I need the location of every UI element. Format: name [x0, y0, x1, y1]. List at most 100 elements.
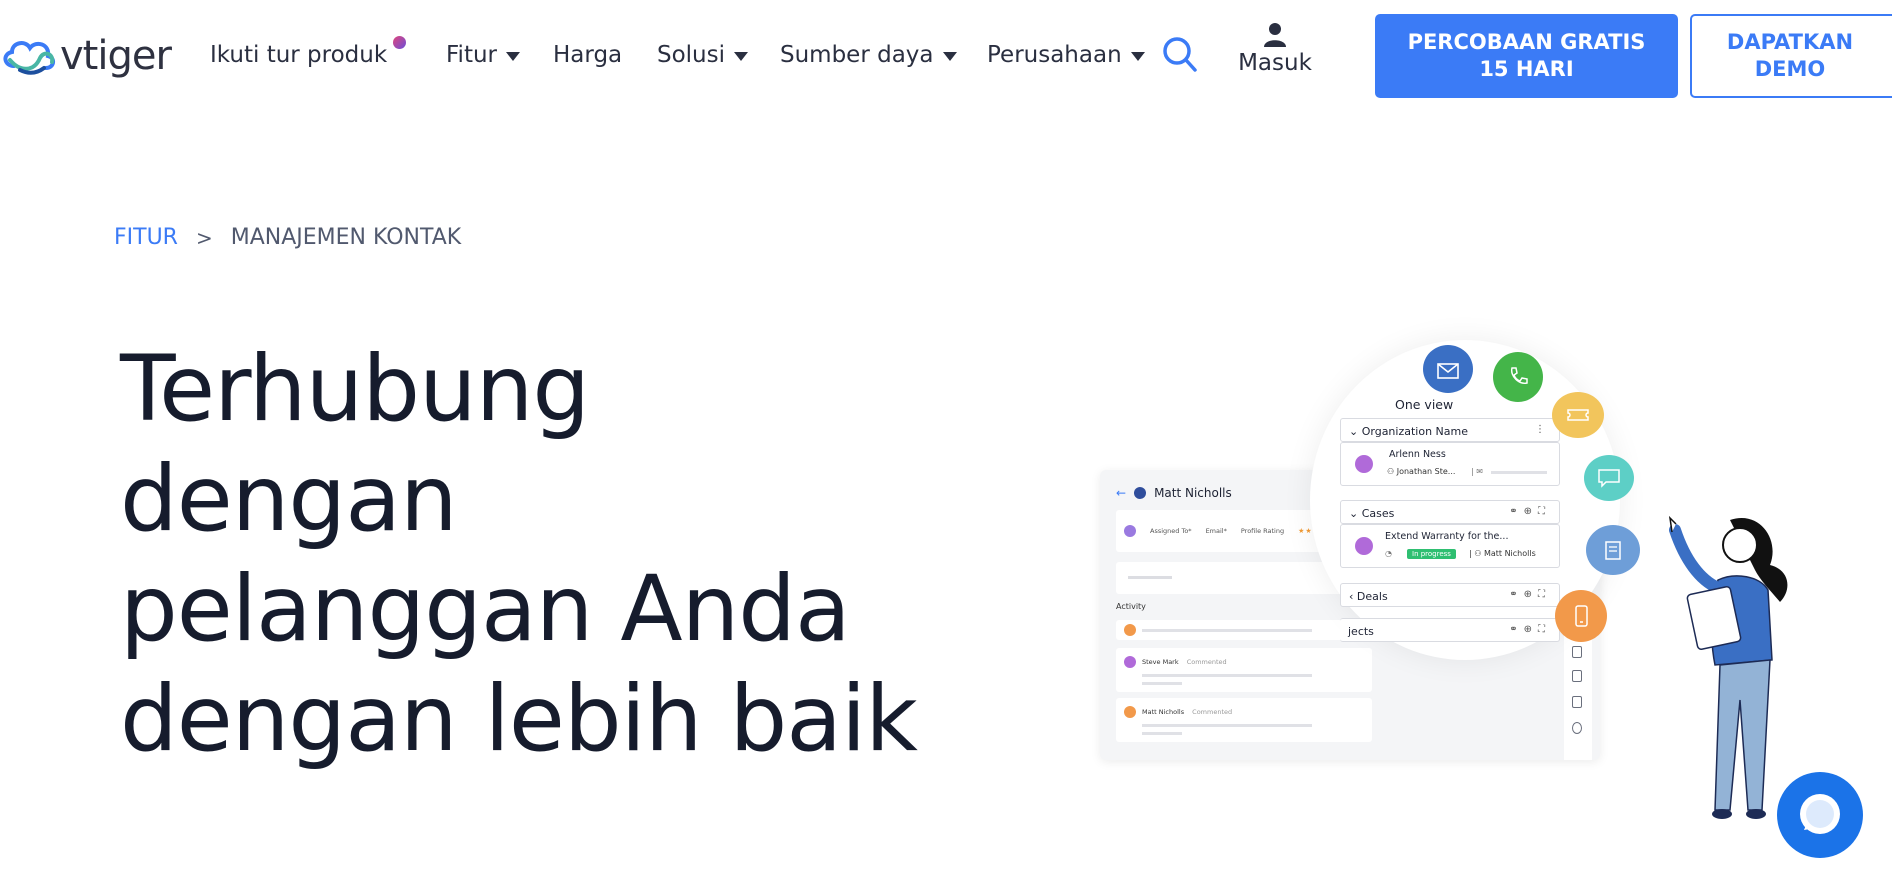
field-label: Profile Rating: [1240, 527, 1285, 535]
projects-header-text: jects: [1348, 625, 1374, 638]
organization-header-label: ⌄ Organization Name: [1349, 425, 1468, 438]
person-illustration-icon: [1668, 515, 1788, 819]
placeholder-line: [1491, 471, 1547, 474]
back-arrow-icon: ←: [1116, 486, 1127, 500]
placeholder-line: [1142, 724, 1312, 727]
organization-record: Arlenn Ness ⚇ Jonathan Ste... | ✉: [1340, 442, 1560, 486]
link-add-expand-icons: ⚭⊕⛶: [1509, 624, 1551, 635]
nav-item-perusahaan[interactable]: Perusahaan: [987, 42, 1145, 68]
status-badge: In progress: [1407, 549, 1456, 559]
envelope-bubble-icon: [1423, 345, 1473, 393]
placeholder-line: [1142, 732, 1182, 735]
placeholder-line: [1142, 682, 1182, 685]
breadcrumb-separator: >: [195, 225, 213, 250]
ticket-bubble-icon: [1552, 392, 1604, 438]
avatar: [1124, 624, 1136, 636]
free-trial-button[interactable]: PERCOBAAN GRATIS 15 HARI: [1375, 14, 1678, 98]
get-demo-button[interactable]: DAPATKAN DEMO: [1690, 14, 1892, 98]
document-icon: [1572, 696, 1582, 708]
activity-action: Commented: [1186, 658, 1227, 666]
user-icon: [1264, 23, 1286, 47]
avatar: [1124, 656, 1136, 668]
caret-down-icon: [942, 52, 957, 61]
caret-down-icon: [734, 52, 749, 61]
organization-contact-text: Jonathan Ste...: [1396, 467, 1456, 476]
caret-down-icon: [1130, 52, 1145, 61]
activity-row: Matt Nicholls Commented: [1116, 698, 1372, 742]
placeholder-line: [1142, 629, 1312, 632]
contact-management-illustration: ← Matt Nicholls Assigned To* Email* Prof…: [1090, 340, 1830, 840]
login-link[interactable]: Masuk: [1235, 22, 1315, 76]
field-label: Assigned To*: [1150, 527, 1192, 535]
top-navigation-bar: vtiger Ikuti tur produk Fitur Harga Solu…: [0, 0, 1892, 110]
organization-header: ⌄ Organization Name ⋮: [1340, 418, 1560, 442]
organization-contact: ⚇ Jonathan Ste...: [1387, 467, 1456, 476]
case-title: Extend Warranty for the...: [1385, 531, 1509, 542]
case-owner-name: Matt Nicholls: [1483, 549, 1536, 558]
breadcrumb: FITUR > MANAJEMEN KONTAK: [114, 225, 461, 250]
organization-icon: [1355, 455, 1373, 473]
product-tour-link[interactable]: Ikuti tur produk: [210, 36, 407, 68]
organization-name: Arlenn Ness: [1389, 449, 1446, 460]
nav-label: Fitur: [446, 42, 497, 68]
tour-indicator-dot-icon: [393, 36, 407, 49]
activity-action: Commented: [1192, 708, 1233, 716]
document-icon: [1572, 670, 1582, 682]
more-icon: ⋮: [1535, 424, 1551, 435]
live-chat-button[interactable]: [1777, 772, 1863, 858]
search-icon[interactable]: [1162, 36, 1198, 74]
calendar-icon: [1572, 646, 1582, 658]
cases-header-label: ⌄ Cases: [1349, 507, 1395, 520]
nav-label: Sumber daya: [780, 42, 934, 68]
nav-label: Perusahaan: [987, 42, 1122, 68]
activity-author: Matt Nicholls Commented: [1142, 708, 1232, 716]
cases-header: ⌄ Cases ⚭⊕⛶: [1340, 500, 1560, 524]
avatar: [1134, 487, 1147, 499]
contact-header: ← Matt Nicholls: [1116, 486, 1232, 500]
activity-author-name: Steve Mark: [1142, 658, 1179, 666]
cloud-logo-icon: [3, 41, 55, 75]
cases-header-text: Cases: [1361, 507, 1395, 520]
assignee-avatar: [1124, 525, 1136, 537]
clock-icon: ◔: [1385, 549, 1392, 558]
breadcrumb-current-page: MANAJEMEN KONTAK: [230, 225, 462, 250]
phone-bubble-icon: [1493, 352, 1543, 402]
placeholder-line: [1142, 674, 1312, 677]
caret-down-icon: [506, 52, 520, 61]
settings-icon: [1572, 722, 1582, 734]
mobile-bubble-icon: [1555, 590, 1607, 642]
nav-item-solusi[interactable]: Solusi: [657, 42, 749, 68]
one-view-title: One view: [1395, 397, 1454, 412]
product-tour-label: Ikuti tur produk: [210, 42, 388, 68]
activity-author: Steve Mark Commented: [1142, 658, 1227, 666]
breadcrumb-fitur-link[interactable]: FITUR: [114, 225, 178, 250]
projects-header: jects ⚭⊕⛶: [1340, 618, 1560, 642]
case-icon: [1355, 537, 1373, 555]
field-label: Email*: [1205, 527, 1227, 535]
contact-name: Matt Nicholls: [1154, 486, 1232, 500]
case-owner: | ⚇ Matt Nicholls: [1469, 549, 1536, 558]
get-demo-label: DAPATKAN DEMO: [1726, 30, 1854, 81]
nav-item-fitur[interactable]: Fitur: [446, 42, 520, 68]
logo-wordmark: vtiger: [60, 33, 172, 79]
vtiger-logo[interactable]: vtiger: [0, 30, 172, 82]
nav-item-sumber-daya[interactable]: Sumber daya: [780, 42, 957, 68]
link-add-expand-icons: ⚭⊕⛶: [1509, 506, 1551, 517]
activity-placeholder-row: [1116, 620, 1372, 640]
deals-header: ‹ Deals ⚭⊕⛶: [1340, 583, 1560, 607]
deals-header-text: Deals: [1356, 590, 1388, 603]
avatar: [1124, 706, 1136, 718]
activity-row: Steve Mark Commented: [1116, 648, 1372, 692]
deals-header-label: ‹ Deals: [1349, 590, 1388, 603]
nav-label: Solusi: [657, 42, 726, 68]
mail-icon: | ✉: [1471, 467, 1483, 476]
nav-item-harga[interactable]: Harga: [553, 42, 622, 68]
activity-label: Activity: [1116, 602, 1146, 611]
chat-icon: [1800, 794, 1840, 834]
login-label: Masuk: [1238, 50, 1312, 76]
nav-label: Harga: [553, 42, 623, 68]
organization-header-text: Organization Name: [1361, 425, 1468, 438]
link-add-expand-icons: ⚭⊕⛶: [1509, 589, 1551, 600]
activity-author-name: Matt Nicholls: [1142, 708, 1185, 716]
chat-bubble-icon: [1584, 455, 1634, 501]
